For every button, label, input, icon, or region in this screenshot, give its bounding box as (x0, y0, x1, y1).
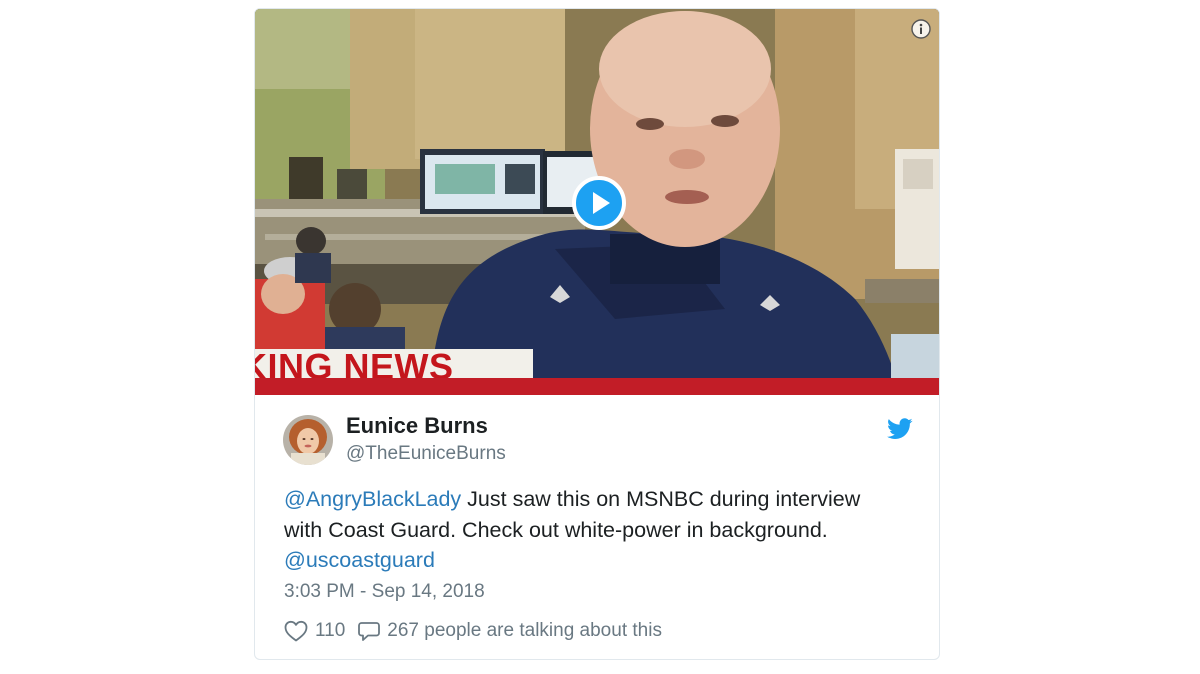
twitter-bird-icon[interactable] (887, 418, 913, 440)
display-name[interactable]: Eunice Burns (346, 413, 488, 439)
tweet-text: @AngryBlackLady Just saw this on MSNBC d… (284, 484, 904, 576)
conversation-button[interactable]: 267 people are talking about this (357, 619, 662, 643)
tweet-video[interactable]: KING NEWS (255, 9, 939, 395)
like-button[interactable]: 110 (284, 620, 345, 642)
heart-icon (284, 620, 308, 642)
play-icon[interactable] (572, 176, 626, 230)
user-handle[interactable]: @TheEuniceBurns (346, 443, 506, 465)
avatar[interactable] (283, 415, 333, 465)
mention-link[interactable]: @uscoastguard (284, 548, 435, 572)
mention-link[interactable]: @AngryBlackLady (284, 487, 461, 511)
speech-bubble-icon (358, 622, 381, 641)
banner-stripe (255, 378, 939, 395)
info-icon[interactable] (911, 19, 931, 39)
tweet-timestamp[interactable]: 3:03 PM - Sep 14, 2018 (284, 581, 485, 603)
talking-count-text: 267 people are talking about this (387, 620, 662, 641)
embedded-tweet-card: KING NEWS Eunice Burns @TheEuniceBurns @… (254, 8, 940, 660)
tweet-actions: 110 267 people are talking about this (284, 618, 662, 644)
like-count: 110 (315, 620, 346, 641)
